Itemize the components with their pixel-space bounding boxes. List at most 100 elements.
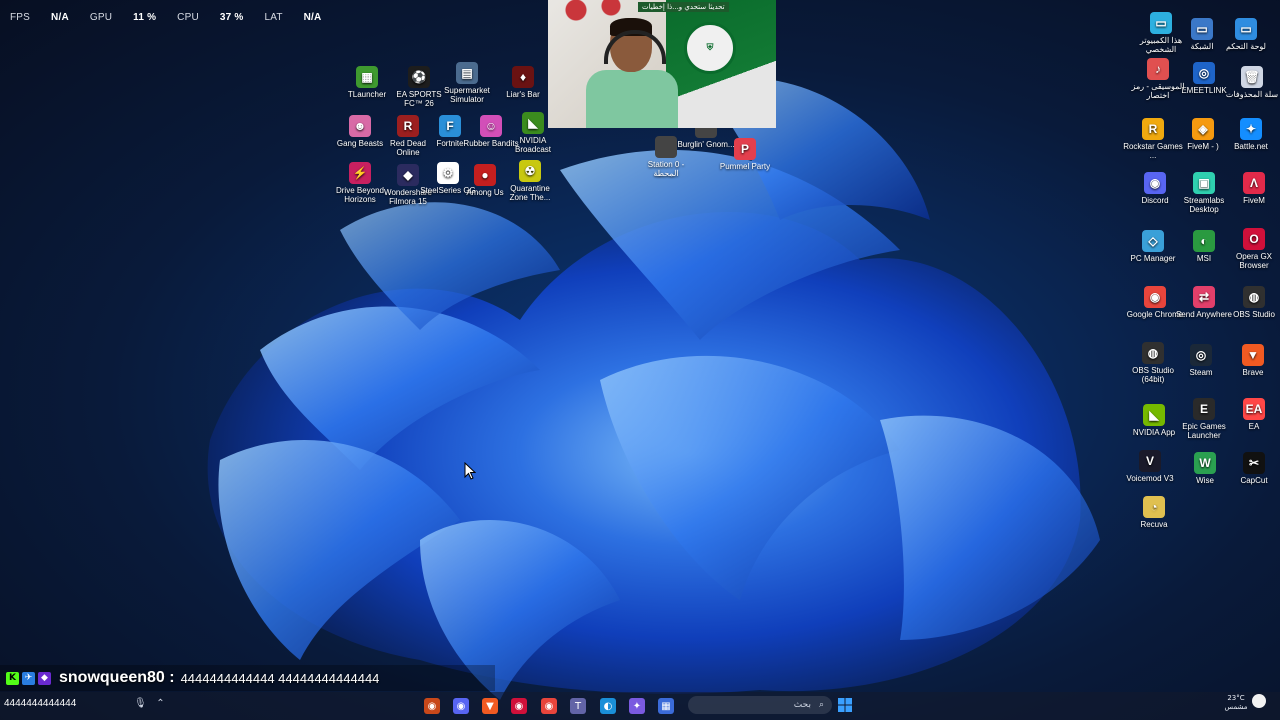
rockstar-games-glyph-icon: R xyxy=(1142,118,1164,140)
icon-label: Rockstar Games ... xyxy=(1123,142,1183,160)
music-shortcut-icon[interactable]: ♪ الموسيقى - رمز اختصار xyxy=(1128,58,1188,100)
club-crest-icon: ⛨ xyxy=(684,22,736,74)
taskbar-app-4-icon[interactable]: ◉ xyxy=(511,698,527,714)
weather-widget[interactable]: 23°C مشمس xyxy=(1216,694,1256,712)
user-avatar[interactable] xyxy=(1252,694,1266,708)
rubber-bandits-glyph-icon: ☺ xyxy=(480,115,502,137)
taskbar-teams-icon[interactable]: T xyxy=(570,698,586,714)
badge-icon: ◆ xyxy=(38,671,51,685)
google-chrome-glyph-icon: ◉ xyxy=(1144,286,1166,308)
chat-username: snowqueen80 : xyxy=(59,669,175,686)
wise-icon[interactable]: W Wise xyxy=(1175,452,1235,485)
nvidia-app-icon[interactable]: ◣ NVIDIA App xyxy=(1124,404,1184,437)
icon-label: الموسيقى - رمز اختصار xyxy=(1131,82,1185,100)
performance-overlay: FPS N/A GPU 11 % CPU 37 % LAT N/A xyxy=(10,12,339,23)
icon-label: NVIDIA App xyxy=(1132,428,1176,437)
pummel-party-glyph-icon: P xyxy=(734,138,756,160)
voicemod-glyph-icon: V xyxy=(1139,450,1161,472)
pc-manager-icon[interactable]: ◇ PC Manager xyxy=(1123,230,1183,263)
weather-temp: 23°C xyxy=(1227,694,1245,702)
nvidia-app-glyph-icon: ◣ xyxy=(1143,404,1165,426)
tray-icons[interactable]: 🎙 ⌃ xyxy=(134,698,165,709)
quarantine-zone-glyph-icon: ☢ xyxy=(519,160,541,182)
ea-sports-fc-glyph-icon: ⚽ xyxy=(408,66,430,88)
music-shortcut-glyph-icon: ♪ xyxy=(1147,58,1169,80)
search-icon: ⌕ xyxy=(818,700,824,710)
pc-manager-glyph-icon: ◇ xyxy=(1142,230,1164,252)
chat-badges: K ✈ ◆ xyxy=(6,671,51,685)
webcam-overlay: ⛨ تحديثا ستحدي و...ذا إخطيات xyxy=(548,0,776,128)
latency-readout: LAT N/A xyxy=(264,12,322,23)
rockstar-games-icon[interactable]: R Rockstar Games ... xyxy=(1123,118,1183,160)
icon-label: Voicemod V3 xyxy=(1126,474,1174,483)
taskbar-app-1-icon[interactable]: ◉ xyxy=(424,698,440,714)
taskbar-store-icon[interactable]: ▦ xyxy=(658,698,674,714)
taskbar-brave-icon[interactable]: ▼ xyxy=(482,698,498,714)
taskbar-discord-icon[interactable]: ◉ xyxy=(453,698,469,714)
icon-label: NVIDIA Broadcast xyxy=(514,136,552,154)
start-button[interactable] xyxy=(837,697,853,713)
icon-label: Brave xyxy=(1242,368,1264,377)
drive-beyond-horizons-glyph-icon: ⚡ xyxy=(349,162,371,184)
icon-label: هذا الكمبيوتر الشخصي xyxy=(1139,36,1183,54)
wondershare-filmora-glyph-icon: ◆ xyxy=(397,164,419,186)
obs-studio-glyph-icon: ◍ xyxy=(1243,286,1265,308)
badge-icon: ✈ xyxy=(22,671,35,685)
station-0-glyph-icon xyxy=(655,136,677,158)
station-0-icon[interactable]: Station 0 - المحطة xyxy=(636,136,696,178)
supermarket-simulator-glyph-icon: ▤ xyxy=(456,62,478,84)
control-panel-glyph-icon: ▭ xyxy=(1235,18,1257,40)
weather-text: مشمس xyxy=(1224,703,1248,711)
recuva-glyph-icon: ◔ xyxy=(1143,496,1165,518)
chat-message: 4444444444444 44444444444444 xyxy=(180,670,380,686)
quarantine-zone-icon[interactable]: ☢ Quarantine Zone The... xyxy=(500,160,560,202)
battlenet-glyph-icon: ✦ xyxy=(1240,118,1262,140)
taskbar-search[interactable]: بحث ⌕ xyxy=(688,696,832,714)
icon-label: Google Chrome xyxy=(1126,310,1184,319)
ea-glyph-icon: EA xyxy=(1243,398,1265,420)
discord-glyph-icon: ◉ xyxy=(1144,172,1166,194)
liars-bar-icon[interactable]: ♦ Liar's Bar xyxy=(493,66,553,99)
wise-glyph-icon: W xyxy=(1194,452,1216,474)
cpu-readout: CPU 37 % xyxy=(177,12,244,23)
icon-label: Recuva xyxy=(1140,520,1168,529)
taskbar: 4444444444444 🎙 ⌃ ◉ ◉ ▼ ◉ ◉ T ◐ ✦ ▦ xyxy=(0,692,1280,720)
emeetlink-glyph-icon: ◎ xyxy=(1193,62,1215,84)
obs-studio-64-icon[interactable]: ◍ OBS Studio (64bit) xyxy=(1123,342,1183,384)
recuva-icon[interactable]: ◔ Recuva xyxy=(1124,496,1184,529)
taskbar-edge-icon[interactable]: ◐ xyxy=(600,698,616,714)
brave-glyph-icon: ▼ xyxy=(1242,344,1264,366)
google-chrome-icon[interactable]: ◉ Google Chrome xyxy=(1125,286,1185,319)
among-us-glyph-icon: ● xyxy=(474,164,496,186)
voicemod-icon[interactable]: V Voicemod V3 xyxy=(1120,450,1180,483)
gpu-readout: GPU 11 % xyxy=(89,12,157,23)
send-anywhere-glyph-icon: ⇄ xyxy=(1193,286,1215,308)
tlauncher-icon[interactable]: ▦ TLauncher xyxy=(337,66,397,99)
icon-label: PC Manager xyxy=(1130,254,1176,263)
fivem-minus-glyph-icon: ◈ xyxy=(1192,118,1214,140)
obs-studio-64-glyph-icon: ◍ xyxy=(1142,342,1164,364)
msi-icon[interactable]: ◐ MSI xyxy=(1174,230,1234,263)
taskbar-left-text: 4444444444444 xyxy=(4,698,77,709)
opera-gx-glyph-icon: O xyxy=(1243,228,1265,250)
windows-logo-icon xyxy=(838,698,852,712)
icon-label: Quarantine Zone The... xyxy=(509,184,551,202)
taskbar-copilot-icon[interactable]: ✦ xyxy=(629,698,645,714)
fivem-glyph-icon: Λ xyxy=(1243,172,1265,194)
tlauncher-glyph-icon: ▦ xyxy=(356,66,378,88)
supermarket-simulator-icon[interactable]: ▤ Supermarket Simulator xyxy=(437,62,497,104)
icon-label: MSI xyxy=(1196,254,1212,263)
brave-icon[interactable]: ▼ Brave xyxy=(1223,344,1280,377)
chat-overlay: K ✈ ◆ snowqueen80 : 4444444444444 444444… xyxy=(0,665,495,691)
this-pc-icon[interactable]: ▭ هذا الكمبيوتر الشخصي xyxy=(1131,12,1191,54)
icon-label: Station 0 - المحطة xyxy=(647,160,685,178)
icon-label: Discord xyxy=(1141,196,1169,205)
capcut-glyph-icon: ✂ xyxy=(1243,452,1265,474)
msi-glyph-icon: ◐ xyxy=(1193,230,1215,252)
pummel-party-icon[interactable]: P Pummel Party xyxy=(715,138,775,171)
discord-icon[interactable]: ◉ Discord xyxy=(1125,172,1185,205)
taskbar-chrome-icon[interactable]: ◉ xyxy=(541,698,557,714)
red-dead-online-glyph-icon: R xyxy=(397,115,419,137)
fortnite-glyph-icon: F xyxy=(439,115,461,137)
nvidia-broadcast-glyph-icon: ◣ xyxy=(522,112,544,134)
